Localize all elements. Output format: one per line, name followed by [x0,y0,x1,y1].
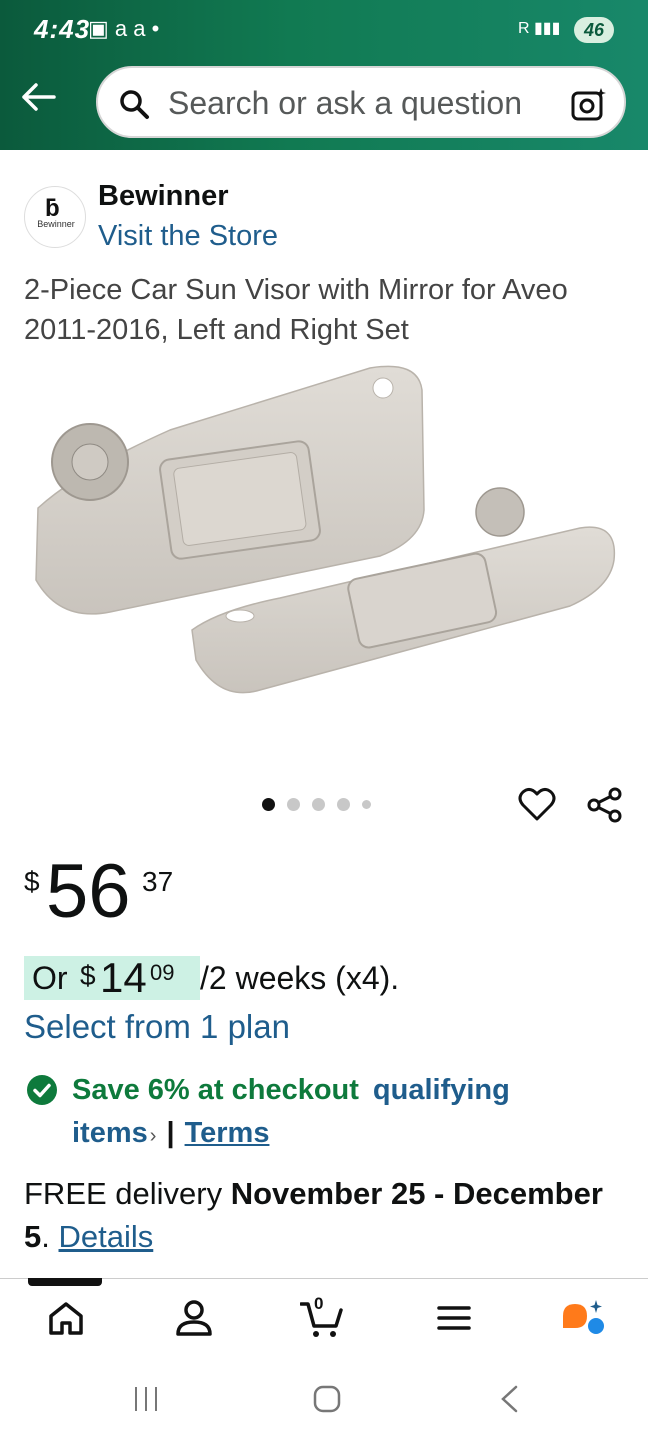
search-placeholder[interactable]: Search or ask a question [168,85,522,122]
home-icon[interactable] [44,1296,88,1340]
price-currency: $ [24,866,40,897]
delivery-info: FREE delivery November 25 - December 5. … [24,1172,628,1258]
visit-store-link[interactable]: Visit the Store [98,220,278,253]
active-tab-indicator [28,1278,102,1286]
app-header: 4:43 ▣ a a • R ▮▮▮ 46 Search or ask a qu… [0,0,648,150]
menu-icon[interactable] [432,1296,476,1340]
chevron-right-icon: › [149,1125,157,1147]
carousel-dot[interactable] [337,798,350,812]
carousel-dot-active[interactable] [262,798,275,812]
share-icon[interactable] [586,786,624,824]
delivery-prefix: FREE delivery [24,1176,223,1211]
carousel-dot[interactable] [312,798,325,812]
product-image[interactable] [20,360,628,760]
notification-icons: ▣ a a • [88,16,160,41]
installment-fraction: 09 [150,960,175,985]
terms-link[interactable]: Terms [185,1117,270,1149]
brand-name[interactable]: Bewinner [98,180,229,213]
image-carousel-dots[interactable] [262,796,383,812]
camera-search-icon[interactable] [570,86,608,122]
installment-or: Or [32,960,68,996]
brand-logo[interactable]: ƃ Bewinner [24,186,86,248]
brand-logo-text: Bewinner [37,219,75,229]
qualifying-link[interactable]: qualifying [373,1074,510,1106]
heart-icon[interactable] [518,786,556,822]
delivery-period: . [41,1219,50,1254]
status-time: 4:43 [34,14,91,44]
carousel-dot[interactable] [287,798,300,812]
system-back-icon[interactable] [496,1384,522,1414]
qualifying-items-link[interactable]: items [72,1117,148,1149]
status-bar: 4:43 ▣ a a • R ▮▮▮ 46 [0,0,648,60]
signal-icon: R ▮▮▮ [518,20,561,37]
rufus-ai-icon[interactable] [560,1296,604,1340]
price-whole: 56 [46,849,131,934]
search-bar[interactable]: Search or ask a question [96,66,626,138]
battery-indicator: 46 [574,17,614,43]
coupon-line: Save 6% at checkout qualifying [72,1074,510,1107]
cart-count: 0 [314,1294,324,1313]
cart-button[interactable]: 0 [299,1294,344,1340]
check-circle-icon [27,1075,57,1105]
price-fraction: 37 [142,866,174,897]
account-icon[interactable] [172,1296,216,1340]
select-plan-link[interactable]: Select from 1 plan [24,1008,290,1046]
delivery-details-link[interactable]: Details [59,1219,154,1254]
separator: | [166,1117,175,1149]
carousel-dot[interactable] [362,800,371,810]
recent-apps-icon[interactable] [132,1384,160,1414]
installment-terms: /2 weeks (x4). [200,960,400,996]
back-arrow-icon[interactable] [20,82,56,112]
search-icon [120,90,149,119]
product-title: 2-Piece Car Sun Visor with Mirror for Av… [24,274,568,346]
coupon-text: Save 6% at checkout [72,1074,359,1106]
installment-currency: $ [80,960,96,991]
installment-whole: 14 [100,954,147,1001]
home-button-icon[interactable] [312,1384,342,1414]
coupon-line-2: items › | Terms [72,1117,269,1150]
